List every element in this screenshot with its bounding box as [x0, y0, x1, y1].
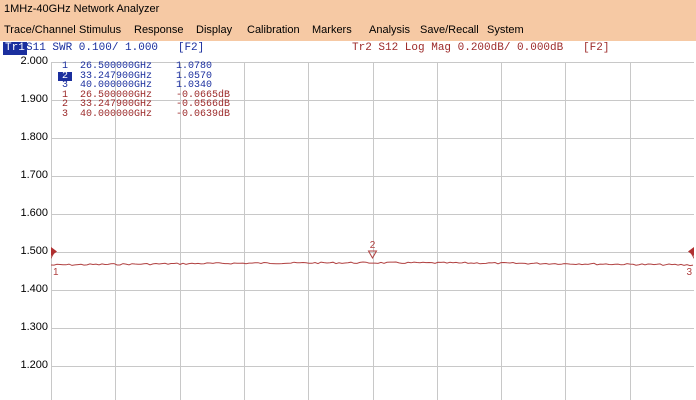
- trace1-label[interactable]: Tr1: [3, 42, 27, 55]
- menu-bar: Trace/Channel Stimulus Response Display …: [0, 19, 696, 41]
- trace1-format: S11 SWR 0.100/ 1.000: [26, 42, 159, 54]
- menu-system[interactable]: System: [487, 19, 524, 41]
- menu-analysis[interactable]: Analysis: [369, 19, 410, 41]
- menu-display[interactable]: Display: [196, 19, 232, 41]
- marker-value: -0.0639dB: [176, 108, 231, 120]
- plot-markers: 1 2 3: [51, 240, 694, 278]
- y-axis-label: 1.200: [20, 359, 48, 371]
- menu-stimulus[interactable]: Stimulus: [79, 19, 121, 41]
- trace-line: [51, 261, 694, 267]
- trace2-tag: [F2]: [583, 42, 610, 54]
- menu-trace-channel[interactable]: Trace/Channel: [4, 19, 76, 41]
- menu-markers[interactable]: Markers: [312, 19, 352, 41]
- menu-calibration[interactable]: Calibration: [247, 19, 300, 41]
- y-axis-label: 1.600: [20, 207, 48, 219]
- marker-label: 2: [370, 240, 376, 251]
- marker-frequency: 40.000000GHz: [80, 108, 153, 120]
- trace2-format: Tr2 S12 Log Mag 0.200dB/ 0.000dB: [352, 42, 564, 54]
- reference-arrow-right: [688, 247, 694, 256]
- trace1-info: S11 SWR 0.100/ 1.000 [F2]: [26, 41, 204, 56]
- trace1-tag: [F2]: [177, 42, 205, 54]
- trace-header: Tr1 S11 SWR 0.100/ 1.000 [F2] Tr2 S12 Lo…: [0, 41, 696, 56]
- marker-label: 3: [686, 267, 692, 278]
- window-title: 1MHz-40GHz Network Analyzer: [0, 0, 696, 19]
- y-axis-label: 1.500: [20, 245, 48, 257]
- trace2-info: Tr2 S12 Log Mag 0.200dB/ 0.000dB [F2]: [352, 41, 609, 56]
- y-axis-label: 1.300: [20, 321, 48, 333]
- y-axis-label: 1.400: [20, 283, 48, 295]
- marker-number[interactable]: 3: [58, 109, 72, 120]
- reference-arrow-left: [51, 247, 57, 256]
- marker-label: 1: [53, 267, 59, 278]
- y-axis-label: 1.800: [20, 131, 48, 143]
- menu-response[interactable]: Response: [134, 19, 184, 41]
- y-axis-label: 1.700: [20, 169, 48, 181]
- y-axis-label: 2.000: [20, 55, 48, 67]
- menu-save-recall[interactable]: Save/Recall: [420, 19, 479, 41]
- y-axis-label: 1.900: [20, 93, 48, 105]
